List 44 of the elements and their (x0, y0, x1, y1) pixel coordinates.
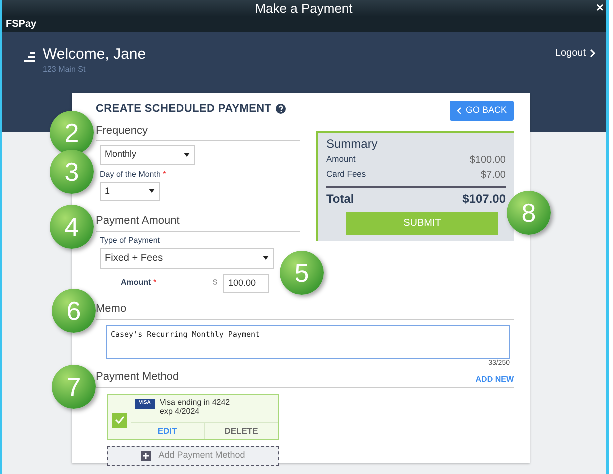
address-text: 123 Main St (43, 64, 87, 76)
chevron-icon (590, 49, 596, 58)
amount-field[interactable]: 100.00 (223, 274, 270, 293)
menu-icon (24, 51, 35, 62)
app-name: FSPay (2, 17, 606, 32)
number-callout: 3 (50, 150, 94, 194)
plus-icon (140, 451, 151, 461)
number-callout: 4 (50, 205, 94, 249)
chevron-icon (456, 106, 462, 115)
total-label: Total (326, 190, 354, 208)
summary-label: Amount (326, 152, 356, 166)
summary-label: Card Fees (326, 168, 366, 180)
frequency-select[interactable]: Monthly (100, 145, 195, 164)
checkbox[interactable] (112, 412, 127, 428)
caret-icon (184, 152, 190, 157)
section-heading: Payment Amount (96, 213, 300, 232)
section-heading: Payment Method (96, 370, 180, 385)
welcome-text: Welcome, Jane (43, 46, 146, 64)
total-value: $107.00 (462, 190, 506, 208)
field-label: Day of the Month * (100, 168, 168, 180)
caret-icon (149, 189, 155, 194)
number-callout: 8 (507, 191, 551, 235)
caret-icon (263, 256, 269, 260)
logout-link[interactable]: Logout (555, 46, 596, 61)
summary-title: Summary (326, 136, 379, 152)
field-label: Amount * (121, 277, 158, 290)
field-label: Type of Payment (100, 234, 162, 246)
payment-type-select[interactable]: Fixed + Fees (100, 248, 274, 268)
number-callout: 7 (52, 365, 96, 409)
currency-symbol: $ (213, 277, 218, 290)
help-icon (276, 104, 286, 114)
check-icon (114, 416, 124, 424)
card-number-text: Visa ending in 4242 (160, 396, 230, 406)
form-title: CREATE SCHEDULED PAYMENT (96, 102, 272, 117)
summary-value: $7.00 (480, 168, 506, 182)
section-heading: Memo (96, 301, 514, 320)
number-callout: 6 (52, 289, 96, 333)
day-select[interactable]: 1 (100, 182, 160, 201)
delete-button[interactable]: DELETE (204, 422, 278, 440)
window-title: Make a Payment (255, 0, 353, 18)
close-button[interactable]: × (596, 0, 604, 16)
summary-value: $100.00 (470, 154, 506, 168)
expiry-text: exp 4/2024 (160, 406, 200, 416)
section-heading: Frequency (96, 122, 300, 141)
